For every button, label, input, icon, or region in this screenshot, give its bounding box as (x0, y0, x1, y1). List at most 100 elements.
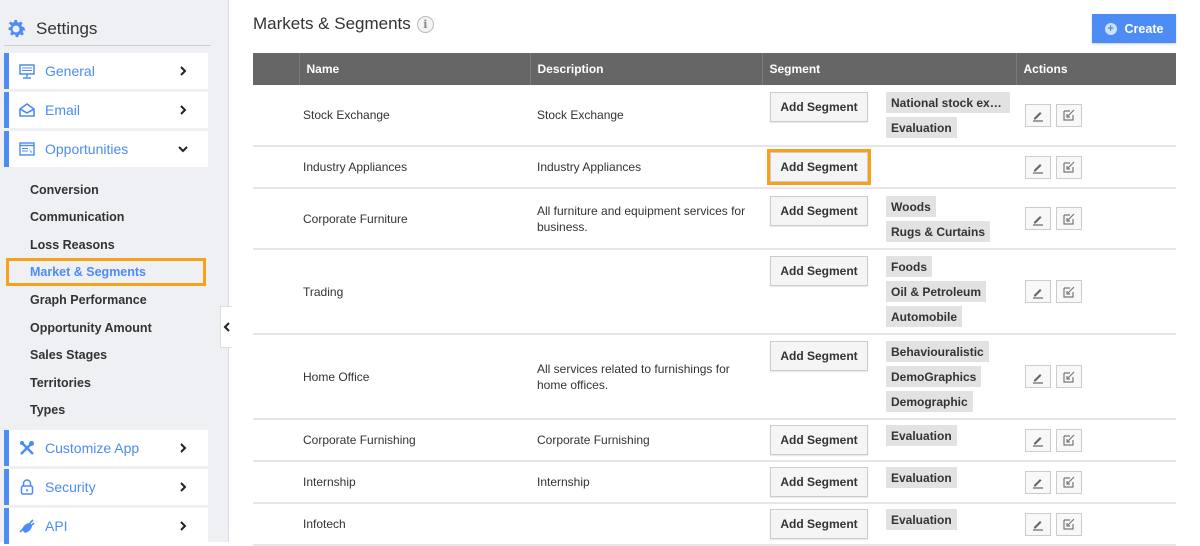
open-button[interactable] (1056, 155, 1082, 179)
chevron-right-icon (180, 482, 187, 492)
add-segment-button[interactable]: Add Segment (770, 341, 868, 371)
row-name: Corporate Furniture (299, 188, 530, 250)
add-segment-button[interactable]: Add Segment (770, 195, 868, 226)
add-segment-button[interactable]: Add Segment (770, 92, 868, 122)
edit-button[interactable] (1025, 512, 1051, 536)
row-segments: Add Segment Foods Oil & Petroleum Automobil… (762, 249, 1016, 335)
segment-wrap: Add Segment Woods Rugs & Curtains (762, 191, 1016, 247)
subnav-graph-performance[interactable]: Graph Performance (30, 293, 147, 307)
markets-table: Name Description Segment Actions Stock E… (253, 53, 1176, 546)
open-button[interactable] (1056, 365, 1082, 388)
edit-button[interactable] (1025, 207, 1051, 230)
row-actions (1016, 503, 1176, 546)
add-segment-button[interactable]: Add Segment (770, 509, 868, 539)
segment-tag[interactable]: Evaluation (886, 117, 957, 138)
row-name: Industry Appliances (299, 146, 530, 189)
segment-tag[interactable]: Evaluation (886, 509, 957, 530)
edit-button[interactable] (1025, 280, 1051, 303)
segment-tag[interactable]: Evaluation (886, 425, 957, 446)
segment-wrap: Add Segment Behaviouralistic DemoGraphics D… (762, 336, 1016, 417)
row-name: Trading (299, 249, 530, 335)
nav-security[interactable]: Security (4, 469, 208, 505)
open-button[interactable] (1056, 512, 1082, 536)
actions-group (1023, 103, 1176, 127)
create-button-label: Create (1124, 21, 1164, 36)
nav-general[interactable]: General (4, 53, 208, 89)
subnav-loss-reasons[interactable]: Loss Reasons (30, 238, 115, 252)
segment-tags: National stock exchange Evaluation (886, 92, 1010, 138)
gear-icon (8, 20, 26, 38)
segment-tag[interactable]: Automobile (886, 306, 962, 327)
open-button[interactable] (1056, 280, 1082, 303)
segment-tag[interactable]: Demographic (886, 391, 973, 412)
segment-tag[interactable]: Behaviouralistic (886, 341, 989, 362)
sidebar: Settings General Email Opportunities Con… (0, 0, 229, 544)
subnav-market-segments[interactable]: Market & Segments (30, 265, 146, 279)
segment-tag[interactable]: Oil & Petroleum (886, 281, 987, 302)
open-button[interactable] (1056, 103, 1082, 127)
col-name: Name (298, 53, 530, 85)
subnav-types[interactable]: Types (30, 403, 65, 417)
segment-tag[interactable]: Woods (886, 195, 936, 217)
subnav-territories[interactable]: Territories (30, 376, 91, 390)
chevron-right-icon (180, 66, 187, 76)
nav-customize-app[interactable]: Customize App (4, 430, 208, 466)
open-button[interactable] (1056, 428, 1082, 452)
open-button[interactable] (1056, 470, 1082, 494)
segment-tag[interactable]: National stock exchange (886, 92, 1010, 113)
nav-api-label: API (45, 518, 68, 534)
row-actions (1016, 188, 1176, 250)
open-button[interactable] (1056, 207, 1082, 230)
add-segment-button[interactable]: Add Segment (770, 256, 868, 286)
main-content: Markets & Segments i + Create Name Descr… (230, 0, 1200, 546)
info-icon[interactable]: i (416, 15, 434, 33)
col-actions: Actions (1015, 53, 1176, 85)
external-edit-icon (1063, 476, 1075, 488)
table-row: Infotech Add Segment Evaluation (253, 503, 1176, 546)
segment-tags: Evaluation (886, 467, 957, 488)
plug-icon (19, 518, 35, 534)
segment-tag[interactable]: Foods (886, 256, 932, 277)
add-segment-button[interactable]: Add Segment (770, 467, 868, 497)
pencil-icon (1033, 479, 1043, 489)
edit-button[interactable] (1025, 428, 1051, 452)
add-segment-button[interactable]: Add Segment (770, 425, 868, 455)
segment-tag[interactable]: DemoGraphics (886, 366, 982, 387)
edit-button[interactable] (1025, 103, 1051, 127)
chevron-right-icon (180, 443, 187, 453)
subnav-opportunity-amount[interactable]: Opportunity Amount (30, 321, 152, 335)
row-select-cell (253, 85, 299, 147)
subnav-communication[interactable]: Communication (30, 210, 124, 224)
col-description: Description (529, 53, 762, 85)
row-actions (1016, 334, 1176, 420)
edit-button[interactable] (1025, 155, 1051, 179)
nav-email-label: Email (45, 102, 81, 118)
nav-opportunities[interactable]: Opportunities (4, 131, 208, 167)
settings-title: Settings (4, 14, 97, 44)
row-description: All services related to furnishings for … (530, 334, 762, 420)
envelope-icon (19, 102, 35, 118)
external-edit-icon (1063, 286, 1075, 298)
row-description: Internship (530, 461, 762, 504)
segment-wrap: Add Segment Evaluation (762, 462, 1016, 502)
nav-email[interactable]: Email (4, 92, 208, 128)
edit-button[interactable] (1025, 470, 1051, 494)
row-name: Home Office (299, 334, 530, 420)
segment-tag[interactable]: Rugs & Curtains (886, 220, 991, 242)
segment-tag[interactable]: Evaluation (886, 467, 957, 488)
create-button[interactable]: + Create (1092, 14, 1176, 43)
add-segment-button[interactable]: Add Segment (767, 149, 871, 185)
nav-api[interactable]: API (4, 508, 208, 544)
row-segments: Add Segment Evaluation (762, 461, 1016, 504)
pencil-icon (1033, 437, 1043, 447)
external-edit-icon (1063, 518, 1075, 530)
row-select-cell (253, 419, 299, 462)
divider (4, 45, 211, 46)
segment-wrap: Add Segment (762, 147, 1016, 187)
subnav-sales-stages[interactable]: Sales Stages (30, 348, 107, 362)
chevron-right-icon (180, 105, 187, 115)
subnav-conversion[interactable]: Conversion (30, 183, 99, 197)
edit-button[interactable] (1025, 365, 1051, 388)
pencil-icon (1033, 112, 1043, 122)
external-edit-icon (1063, 109, 1075, 121)
